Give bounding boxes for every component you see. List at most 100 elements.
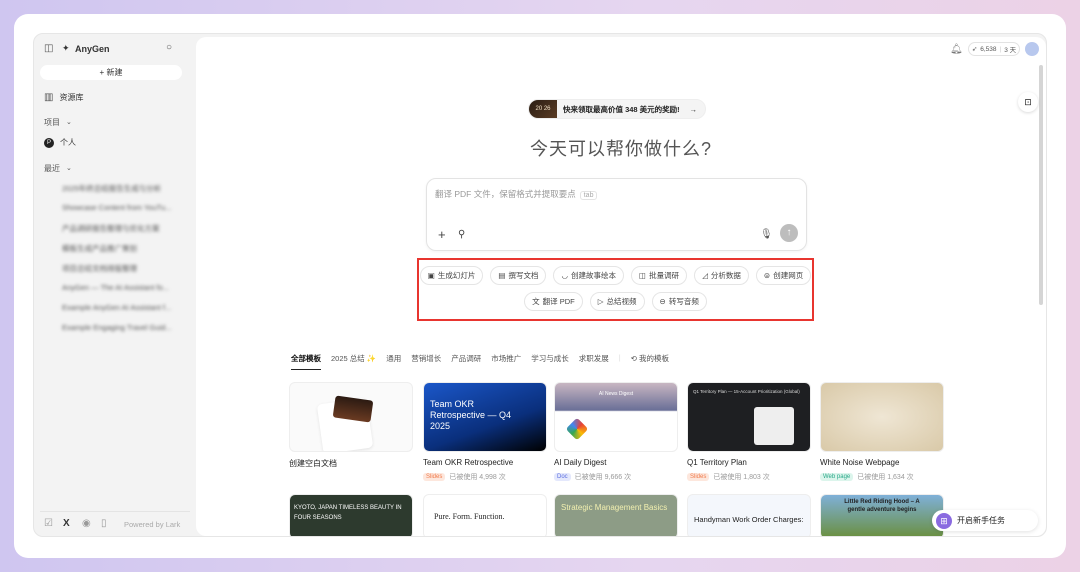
template-card[interactable]: AI News Digest AI Daily Digest Doc 已被使用 9… (554, 382, 678, 482)
action-summarize-video[interactable]: ▷ 总结视频 (589, 292, 645, 311)
sidebar-item-library[interactable]: ▥ 资源库 (44, 92, 83, 103)
prompt-input[interactable]: 翻译 PDF 文件，保留格式并提取要点 tab + ⚲ 🎙︎ ↑ (426, 178, 807, 251)
recent-item[interactable]: Example AnyGen AI Assistant f... (62, 303, 171, 312)
scrollbar[interactable] (1039, 65, 1043, 305)
projects-label: 项目 (44, 118, 60, 127)
tab-2025[interactable]: 2025 总结 ✨ (331, 353, 376, 370)
usage-count: 已被使用 1,634 次 (857, 474, 914, 481)
start-tasks-button[interactable]: ⊞ 开启新手任务 (932, 510, 1038, 531)
recent-item[interactable]: Example Engaging Travel Guid... (62, 323, 172, 332)
assistant-bot-icon[interactable]: ⊡ (1018, 92, 1038, 112)
tab-career[interactable]: 求职发展 (579, 353, 609, 370)
template-card[interactable]: Handyman Work Order Charges: (687, 494, 811, 536)
audio-icon: ⊖ (659, 297, 666, 306)
template-card[interactable]: Q1 Territory Plan — 15-Account Prioritiz… (687, 382, 811, 482)
plus-icon[interactable]: + (438, 227, 446, 242)
template-card[interactable]: Pure. Form. Function. (423, 494, 547, 536)
template-card[interactable]: KYOTO, JAPAN TIMELESS BEAUTY IN FOUR SEA… (289, 494, 413, 536)
template-thumbnail: AI News Digest (554, 382, 678, 452)
tab-general[interactable]: 通用 (386, 353, 401, 370)
recent-item[interactable]: 模板生成产品推广策划 (62, 243, 137, 254)
logo-icon: ✦ (62, 43, 70, 53)
template-name: 创建空白文档 (289, 459, 337, 468)
chip-label: 生成幻灯片 (437, 271, 476, 280)
recent-item[interactable]: 2025年终总结报告生成与分析 (62, 183, 161, 194)
project-personal[interactable]: P 个人 (44, 137, 76, 148)
feedback-icon[interactable]: ☑ (44, 519, 53, 529)
tab-my-templates[interactable]: ⟲ 我的模板 (631, 353, 669, 370)
start-tasks-label: 开启新手任务 (957, 516, 1005, 525)
tab-learning[interactable]: 学习与成长 (531, 353, 569, 370)
bell-icon[interactable]: 🔔︎ (950, 45, 963, 55)
search-icon[interactable]: ○ (166, 43, 172, 53)
video-icon: ▷ (597, 297, 604, 306)
globe-icon: ⊜ (763, 271, 771, 280)
prompt-placeholder: 翻译 PDF 文件，保留格式并提取要点 (435, 189, 576, 199)
credits-badge[interactable]: ➶ 6,538 | 3 天 (968, 42, 1020, 56)
send-button[interactable]: ↑ (780, 224, 798, 242)
new-button[interactable]: + 新建 (40, 65, 182, 80)
action-analyze[interactable]: ◿ 分析数据 (694, 266, 749, 285)
chevron-down-icon: ⌄ (66, 119, 72, 126)
chip-label: 转写音频 (668, 297, 699, 306)
promo-banner[interactable]: 20 26 快来领取最高价值 348 美元的奖励! → (528, 99, 706, 119)
action-transcribe[interactable]: ⊖ 转写音频 (651, 292, 707, 311)
user-avatar[interactable] (1025, 42, 1039, 56)
template-card-blank[interactable]: 创建空白文档 (289, 382, 413, 469)
avatar: P (44, 137, 54, 148)
doc-icon: ▤ (498, 271, 506, 280)
translate-icon: 文 (532, 297, 540, 306)
template-name: White Noise Webpage (820, 458, 900, 467)
action-webpage[interactable]: ⊜ 创建网页 (755, 266, 812, 285)
tab-label: 我的模板 (639, 354, 670, 363)
days-value: 3 天 (1004, 47, 1017, 54)
template-card[interactable]: Little Red Riding Hood – A gentle advent… (820, 494, 944, 536)
connector-icon[interactable]: ⚲ (458, 229, 465, 240)
usage-count: 已被使用 4,998 次 (449, 474, 506, 481)
chart-icon: ◿ (702, 271, 708, 280)
action-slides[interactable]: ▣ 生成幻灯片 (419, 266, 484, 285)
chip-label: 分析数据 (710, 271, 741, 280)
chip-label: 总结视频 (606, 297, 637, 306)
recent-label: 最近 (44, 164, 60, 173)
tab-marketing[interactable]: 营销增长 (411, 353, 441, 370)
tab-all[interactable]: 全部模板 (291, 353, 321, 370)
divider (40, 511, 190, 512)
book-icon: ◡ (561, 271, 569, 280)
template-card[interactable]: Team OKR Retrospective — Q4 2025 Team OK… (423, 382, 547, 482)
type-badge: Doc (554, 473, 571, 481)
tab-product[interactable]: 产品调研 (451, 353, 481, 370)
gift-icon: ⊞ (936, 512, 952, 529)
tab-hint: tab (579, 191, 598, 200)
recent-item[interactable]: Showcase Content from YouTu... (62, 203, 171, 212)
template-card[interactable]: White Noise Webpage Web page 已被使用 1,634 次 (820, 382, 944, 482)
action-storybook[interactable]: ◡ 创建故事绘本 (553, 266, 625, 285)
main-panel: 🔔︎ ➶ 6,538 | 3 天 ⊡ 20 26 快来领取最高价值 348 美元的奖励… (196, 37, 1046, 536)
template-tabs: 全部模板 2025 总结 ✨ 通用 营销增长 产品调研 市场推广 学习与成长 求… (291, 353, 669, 370)
action-research[interactable]: ◫ 批量调研 (631, 266, 688, 285)
template-name: Q1 Territory Plan (687, 458, 747, 467)
x-icon[interactable]: X (63, 519, 70, 529)
recent-section[interactable]: 最近 ⌄ (44, 163, 72, 174)
discord-icon[interactable]: ◉ (82, 519, 91, 529)
chip-label: 创建故事绘本 (571, 271, 617, 280)
template-card[interactable]: Strategic Management Basics (554, 494, 678, 536)
recent-item[interactable]: 项目总结文档排版整理 (62, 263, 137, 274)
research-icon: ◫ (639, 271, 647, 280)
template-name: Team OKR Retrospective (423, 458, 514, 467)
sidebar-toggle-icon[interactable]: ◫ (44, 44, 53, 54)
tab-promotion[interactable]: 市场推广 (491, 353, 521, 370)
template-thumbnail: Team OKR Retrospective — Q4 2025 (423, 382, 547, 452)
personal-label: 个人 (60, 138, 76, 147)
slides-icon: ▣ (427, 271, 435, 280)
recent-item[interactable]: 产品调研报告整理与优化方案 (62, 223, 160, 234)
action-write-doc[interactable]: ▤ 撰写文档 (490, 266, 547, 285)
action-translate-pdf[interactable]: 文翻译 PDF (524, 292, 583, 311)
phone-icon[interactable]: ▯ (101, 519, 107, 529)
chip-label: 翻译 PDF (542, 297, 575, 306)
usage-count: 已被使用 9,666 次 (574, 474, 632, 481)
microphone-icon[interactable]: 🎙︎ (760, 229, 773, 240)
projects-section[interactable]: 项目 ⌄ (44, 117, 72, 128)
recent-item[interactable]: AnyGen — The AI Assistant fo... (62, 283, 169, 292)
chip-label: 批量调研 (649, 271, 680, 280)
